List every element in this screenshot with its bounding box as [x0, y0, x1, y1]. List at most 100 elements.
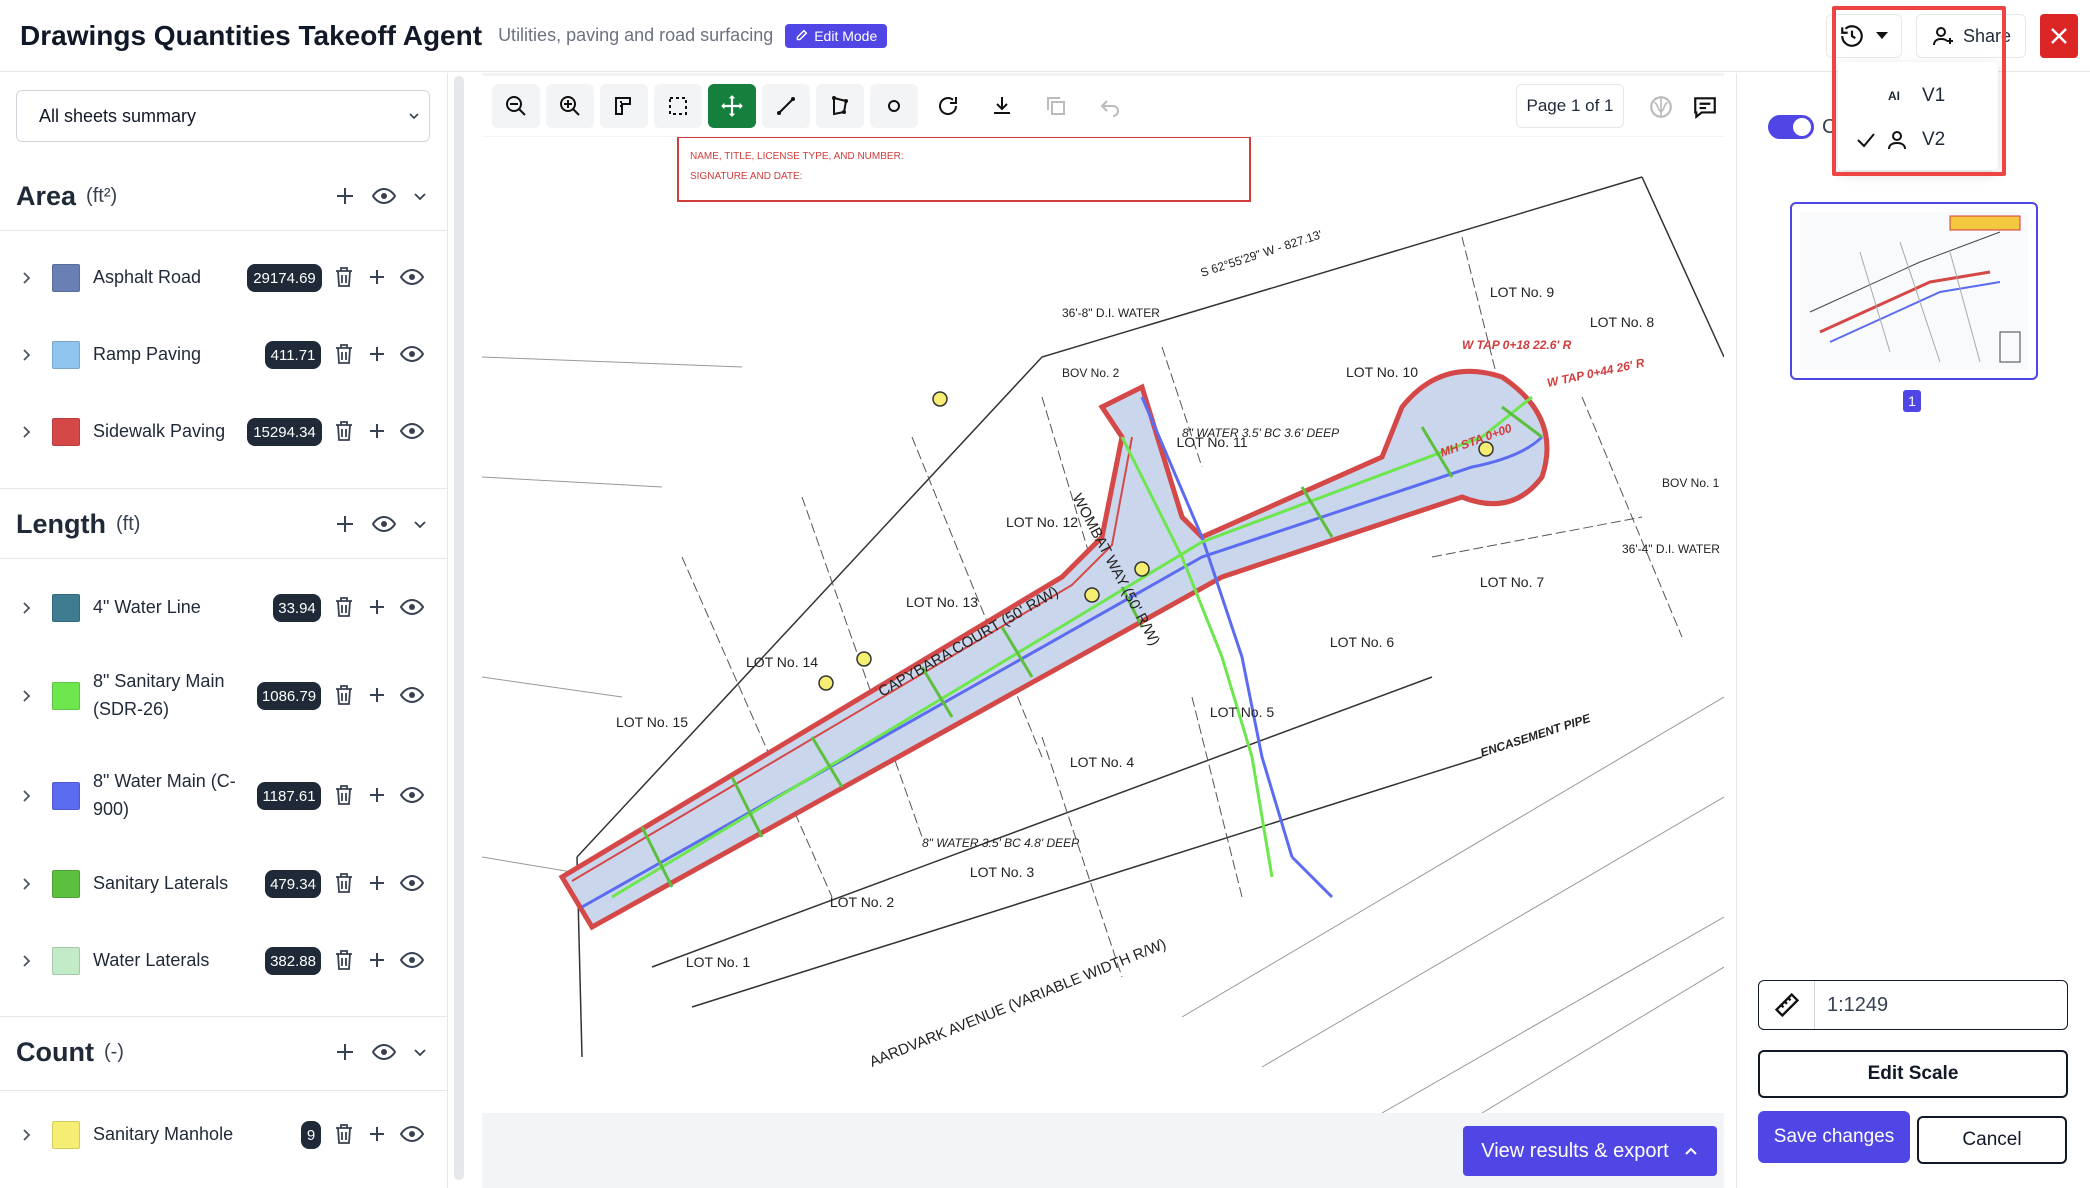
eye-icon[interactable] — [400, 1125, 424, 1143]
eye-icon[interactable] — [400, 874, 424, 892]
edit-scale-button[interactable]: Edit Scale — [1758, 1050, 2068, 1098]
add-icon[interactable] — [368, 786, 386, 804]
show-all-sheets-toggle[interactable] — [1768, 115, 1814, 139]
edit-mode-badge[interactable]: Edit Mode — [785, 23, 888, 48]
chevron-right-icon[interactable] — [18, 788, 34, 804]
trash-icon[interactable] — [334, 872, 354, 894]
color-swatch[interactable] — [52, 682, 80, 710]
add-icon[interactable] — [368, 874, 386, 892]
add-icon[interactable] — [368, 598, 386, 616]
add-icon[interactable] — [334, 185, 356, 207]
chevron-right-icon[interactable] — [18, 876, 34, 892]
chevron-down-icon[interactable] — [412, 516, 428, 532]
trash-icon[interactable] — [334, 784, 354, 806]
trash-icon[interactable] — [334, 266, 354, 288]
drawing-canvas[interactable]: NAME, TITLE, LICENSE TYPE, AND NUMBER: S… — [482, 137, 1724, 1113]
layer-row-sidewalk-paving[interactable]: Sidewalk Paving 15294.34 — [0, 418, 448, 446]
chevron-right-icon[interactable] — [18, 1127, 34, 1143]
save-changes-button[interactable]: Save changes — [1758, 1111, 1910, 1163]
select-area-button[interactable] — [654, 84, 702, 128]
eye-icon[interactable] — [372, 187, 396, 205]
layer-row-8in-sanitary-main[interactable]: 8" Sanitary Main (SDR-26) 1086.79 — [0, 668, 448, 724]
cancel-button[interactable]: Cancel — [1917, 1116, 2067, 1164]
site-plan-drawing[interactable]: NAME, TITLE, LICENSE TYPE, AND NUMBER: S… — [482, 137, 1724, 1113]
chevron-right-icon[interactable] — [18, 953, 34, 969]
ai-brain-icon[interactable] — [1648, 94, 1674, 120]
scale-input[interactable]: 1:1249 — [1758, 980, 2068, 1030]
zoom-in-button[interactable] — [546, 84, 594, 128]
sidebar-scrollbar[interactable] — [454, 76, 464, 1180]
layer-row-sanitary-manhole[interactable]: Sanitary Manhole 9 — [0, 1121, 448, 1149]
share-button[interactable]: Share — [1915, 14, 2026, 58]
eye-icon[interactable] — [400, 268, 424, 286]
undo-button[interactable] — [1086, 84, 1134, 128]
sheet-select[interactable]: All sheets summary — [16, 90, 430, 142]
color-swatch[interactable] — [52, 341, 80, 369]
add-icon[interactable] — [368, 951, 386, 969]
close-button[interactable] — [2040, 14, 2078, 58]
version-item-v1[interactable]: AI V1 — [1838, 76, 1998, 116]
color-swatch[interactable] — [52, 1121, 80, 1149]
color-swatch[interactable] — [52, 264, 80, 292]
add-icon[interactable] — [368, 422, 386, 440]
color-swatch[interactable] — [52, 594, 80, 622]
eye-icon[interactable] — [400, 598, 424, 616]
refresh-button[interactable] — [924, 84, 972, 128]
trash-icon[interactable] — [334, 949, 354, 971]
layer-row-4in-water-line[interactable]: 4" Water Line 33.94 — [0, 594, 448, 622]
add-icon[interactable] — [368, 686, 386, 704]
view-results-export-button[interactable]: View results & export — [1463, 1126, 1717, 1176]
chevron-right-icon[interactable] — [18, 688, 34, 704]
count-tool-button[interactable] — [870, 84, 918, 128]
layer-row-ramp-paving[interactable]: Ramp Paving 411.71 — [0, 341, 448, 369]
eye-icon[interactable] — [400, 422, 424, 440]
version-item-v2[interactable]: V2 — [1838, 120, 1998, 160]
copy-button[interactable] — [1032, 84, 1080, 128]
polygon-tool-button[interactable] — [816, 84, 864, 128]
trash-icon[interactable] — [334, 684, 354, 706]
layer-value-badge: 479.34 — [265, 870, 321, 898]
chevron-down-icon[interactable] — [412, 188, 428, 204]
fit-page-button[interactable] — [600, 84, 648, 128]
layer-row-sanitary-laterals[interactable]: Sanitary Laterals 479.34 — [0, 870, 448, 898]
eye-icon[interactable] — [400, 951, 424, 969]
chevron-down-icon[interactable] — [412, 1044, 428, 1060]
trash-icon[interactable] — [334, 420, 354, 442]
color-swatch[interactable] — [52, 870, 80, 898]
app-subtitle: Utilities, paving and road surfacing — [498, 25, 774, 45]
comment-icon[interactable] — [1692, 94, 1718, 120]
chevron-right-icon[interactable] — [18, 270, 34, 286]
trash-icon[interactable] — [334, 596, 354, 618]
eye-icon[interactable] — [372, 1043, 396, 1061]
layer-row-8in-water-main[interactable]: 8" Water Main (C- 900) 1187.61 — [0, 768, 448, 824]
page-indicator: Page 1 of 1 — [1516, 84, 1624, 128]
layer-label: Ramp Paving — [93, 344, 202, 364]
pan-tool-button[interactable] — [708, 84, 756, 128]
lot-label: LOT No. 8 — [1590, 314, 1655, 330]
color-swatch[interactable] — [52, 782, 80, 810]
layer-row-asphalt-road[interactable]: Asphalt Road 29174.69 — [0, 264, 448, 292]
add-icon[interactable] — [334, 513, 356, 535]
add-icon[interactable] — [368, 345, 386, 363]
page-thumbnail[interactable] — [1790, 202, 2038, 380]
color-swatch[interactable] — [52, 418, 80, 446]
eye-icon[interactable] — [372, 515, 396, 533]
chevron-right-icon[interactable] — [18, 424, 34, 440]
color-swatch[interactable] — [52, 947, 80, 975]
add-icon[interactable] — [368, 1125, 386, 1143]
trash-icon[interactable] — [334, 1123, 354, 1145]
divider — [0, 558, 448, 559]
zoom-out-button[interactable] — [492, 84, 540, 128]
line-tool-button[interactable] — [762, 84, 810, 128]
chevron-right-icon[interactable] — [18, 347, 34, 363]
download-button[interactable] — [978, 84, 1026, 128]
eye-icon[interactable] — [400, 345, 424, 363]
add-icon[interactable] — [334, 1041, 356, 1063]
version-history-button[interactable] — [1825, 14, 1902, 58]
chevron-right-icon[interactable] — [18, 600, 34, 616]
trash-icon[interactable] — [334, 343, 354, 365]
add-icon[interactable] — [368, 268, 386, 286]
eye-icon[interactable] — [400, 686, 424, 704]
layer-row-water-laterals[interactable]: Water Laterals 382.88 — [0, 947, 448, 975]
eye-icon[interactable] — [400, 786, 424, 804]
